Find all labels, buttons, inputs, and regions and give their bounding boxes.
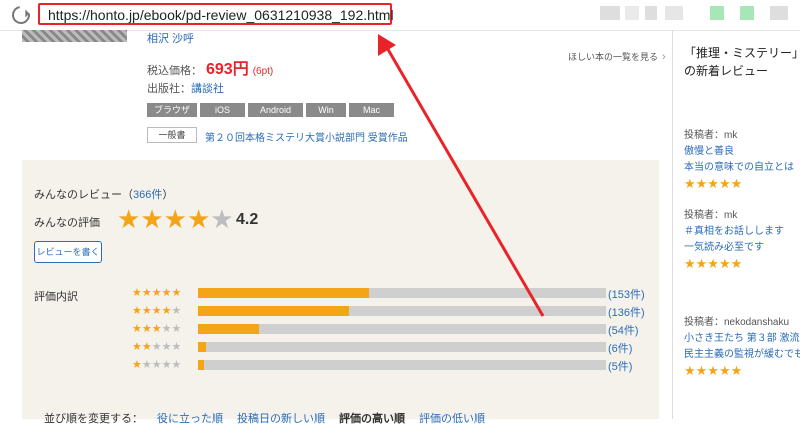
extension-icon[interactable] (740, 6, 754, 20)
rating-count-link[interactable]: (136件) (608, 304, 645, 320)
column-divider (672, 30, 673, 419)
review-book-link[interactable]: ＃真相をお話しします (684, 224, 800, 240)
format-browser: ブラウザ (147, 103, 197, 117)
price-value: 693円 (206, 61, 249, 78)
poster-name: 投稿者：nekodanshaku (684, 317, 790, 328)
rating-bar-fill (198, 288, 370, 298)
rating-row-stars: ★★★★★ (132, 287, 182, 299)
author-link[interactable]: 相沢 沙呼 (147, 30, 194, 46)
blurred-icon (665, 6, 683, 20)
review-title-text: みんなのレビュー（ (34, 189, 133, 201)
wishlist-label: ほしい本の一覧を見る (568, 52, 659, 62)
rating-row-stars: ★★★★★ (132, 305, 182, 317)
review-book-link[interactable]: 傲慢と善良 (684, 144, 800, 160)
rating-breakdown-label: 評価内訳 (34, 291, 78, 303)
sort-lowest[interactable]: 評価の低い順 (419, 413, 485, 425)
sort-newest[interactable]: 投稿日の新しい順 (237, 413, 325, 425)
review-panel: みんなのレビュー（366件） みんなの評価 ★★★★★ 4.2 レビューを書く … (22, 160, 659, 425)
rating-bar-fill (198, 306, 349, 316)
write-review-button[interactable]: レビューを書く (34, 241, 102, 263)
sidebar-review-3: 投稿者：nekodanshaku 小さき王たち 第３部 激流 民主主義の監視が緩… (684, 315, 800, 379)
format-list: ブラウザ iOS Android Win Mac (147, 103, 394, 117)
reload-icon[interactable] (8, 2, 34, 28)
publisher-label: 出版社： (147, 83, 191, 95)
format-ios: iOS (200, 103, 245, 117)
rating-row-stars: ★★★★★ (132, 323, 182, 335)
blurred-icon (645, 6, 657, 20)
rating-bar (198, 324, 606, 334)
blurred-icon (770, 6, 788, 20)
review-stars: ★★★★★ (684, 256, 743, 271)
award-link[interactable]: 第２０回本格ミステリ大賞小説部門 受賞作品 (205, 129, 408, 144)
rating-bar-fill (198, 324, 260, 334)
review-title-link[interactable]: 一気読み必至です (684, 240, 800, 256)
rating-bar (198, 360, 606, 370)
sort-helpful[interactable]: 役に立った順 (157, 413, 223, 425)
star-icon: ★ (163, 204, 187, 234)
sort-label: 並び順を変更する： (44, 413, 143, 425)
blurred-icon (600, 6, 620, 20)
wishlist-link[interactable]: ほしい本の一覧を見る › (568, 50, 666, 63)
rating-count-link[interactable]: (5件) (608, 358, 632, 374)
rating-bar-fill (198, 360, 205, 370)
sort-highest[interactable]: 評価の高い順 (339, 413, 405, 425)
poster-name: 投稿者：mk (684, 130, 738, 141)
blurred-icon (625, 6, 639, 20)
review-stars: ★★★★★ (684, 176, 743, 191)
rating-row-stars: ★★★★★ (132, 341, 182, 353)
price-row: 税込価格： 693円 (6pt) (147, 55, 273, 79)
rating-bar-fill (198, 342, 207, 352)
format-mac: Mac (349, 103, 394, 117)
publisher-link[interactable]: 講談社 (191, 83, 224, 95)
url-field[interactable]: https://honto.jp/ebook/pd-review_0631210… (38, 3, 394, 25)
average-rating-label: みんなの評価 (34, 217, 100, 229)
sort-bar: 並び順を変更する： 役に立った順 投稿日の新しい順 評価の高い順 評価の低い順 (44, 410, 485, 426)
review-book-link[interactable]: 小さき王たち 第３部 激流 (684, 331, 800, 347)
review-stars: ★★★★★ (684, 363, 743, 378)
review-title-close: ） (162, 189, 174, 201)
review-title: みんなのレビュー（366件） (34, 186, 173, 202)
review-count-link[interactable]: 366件 (133, 189, 162, 201)
rating-bar (198, 342, 606, 352)
rating-row-stars: ★★★★★ (132, 359, 182, 371)
rating-count-link[interactable]: (54件) (608, 322, 639, 338)
review-title-link[interactable]: 本当の意味での自立とは (684, 160, 800, 176)
rating-bar (198, 288, 606, 298)
points-value: (6pt) (252, 66, 274, 77)
rating-count-link[interactable]: (153件) (608, 286, 645, 302)
sidebar-review-1: 投稿者：mk 傲慢と善良 本当の意味での自立とは ★★★★★ (684, 128, 800, 192)
format-win: Win (306, 103, 346, 117)
star-icon: ★ (140, 204, 164, 234)
publisher-row: 出版社：講談社 (147, 80, 224, 96)
rating-bar (198, 306, 606, 316)
star-icon: ★ (117, 204, 141, 234)
rating-count-link[interactable]: (6件) (608, 340, 632, 356)
url-text: https://honto.jp/ebook/pd-review_0631210… (48, 7, 394, 23)
price-label: 税込価格： (147, 65, 202, 77)
extension-icon[interactable] (710, 6, 724, 20)
sidebar-review-2: 投稿者：mk ＃真相をお話しします 一気読み必至です ★★★★★ (684, 208, 800, 272)
sidebar-title: 「推理・ミステリー」の新着レビュー (684, 46, 799, 78)
genre-badge: 一般書 (147, 127, 197, 143)
poster-name: 投稿者：mk (684, 210, 738, 221)
review-title-link[interactable]: 民主主義の監視が緩むでも (684, 347, 800, 363)
address-bar: https://honto.jp/ebook/pd-review_0631210… (0, 0, 800, 31)
book-thumbnail[interactable] (22, 30, 127, 42)
chevron-right-icon: › (662, 51, 666, 63)
average-stars: ★★★★★ (117, 204, 234, 234)
star-empty-icon: ★ (210, 204, 234, 234)
format-android: Android (248, 103, 303, 117)
average-rating-value: 4.2 (236, 211, 259, 228)
star-icon: ★ (186, 204, 211, 234)
